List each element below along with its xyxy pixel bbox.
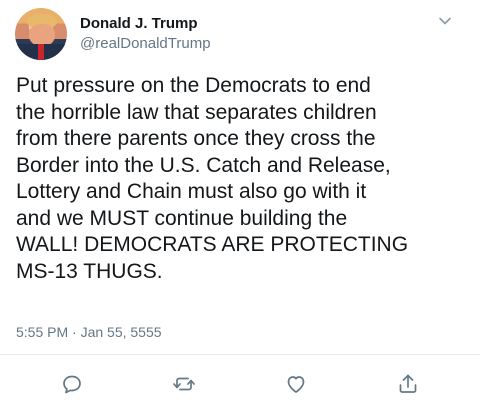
avatar-face [29, 24, 55, 46]
retweet-icon [173, 377, 195, 391]
share-button[interactable] [396, 372, 420, 396]
avatar[interactable] [15, 8, 67, 60]
author-name[interactable]: Donald J. Trump [80, 15, 198, 33]
tweet-text: Put pressure on the Democrats to end the… [16, 74, 409, 283]
divider [0, 354, 480, 355]
avatar-tie [38, 44, 44, 60]
share-icon [399, 374, 417, 393]
heart-icon [287, 376, 305, 393]
action-bar [0, 372, 480, 400]
like-button[interactable] [284, 372, 308, 396]
tweet-card: Donald J. Trump @realDonaldTrump Put pre… [0, 0, 480, 410]
retweet-button[interactable] [172, 372, 196, 396]
author-handle[interactable]: @realDonaldTrump [80, 35, 211, 53]
chevron-down-icon[interactable] [438, 14, 452, 28]
reply-icon [63, 375, 81, 394]
tweet-timestamp[interactable]: 5:55 PM · Jan 55, 5555 [16, 324, 162, 340]
reply-button[interactable] [60, 372, 84, 396]
